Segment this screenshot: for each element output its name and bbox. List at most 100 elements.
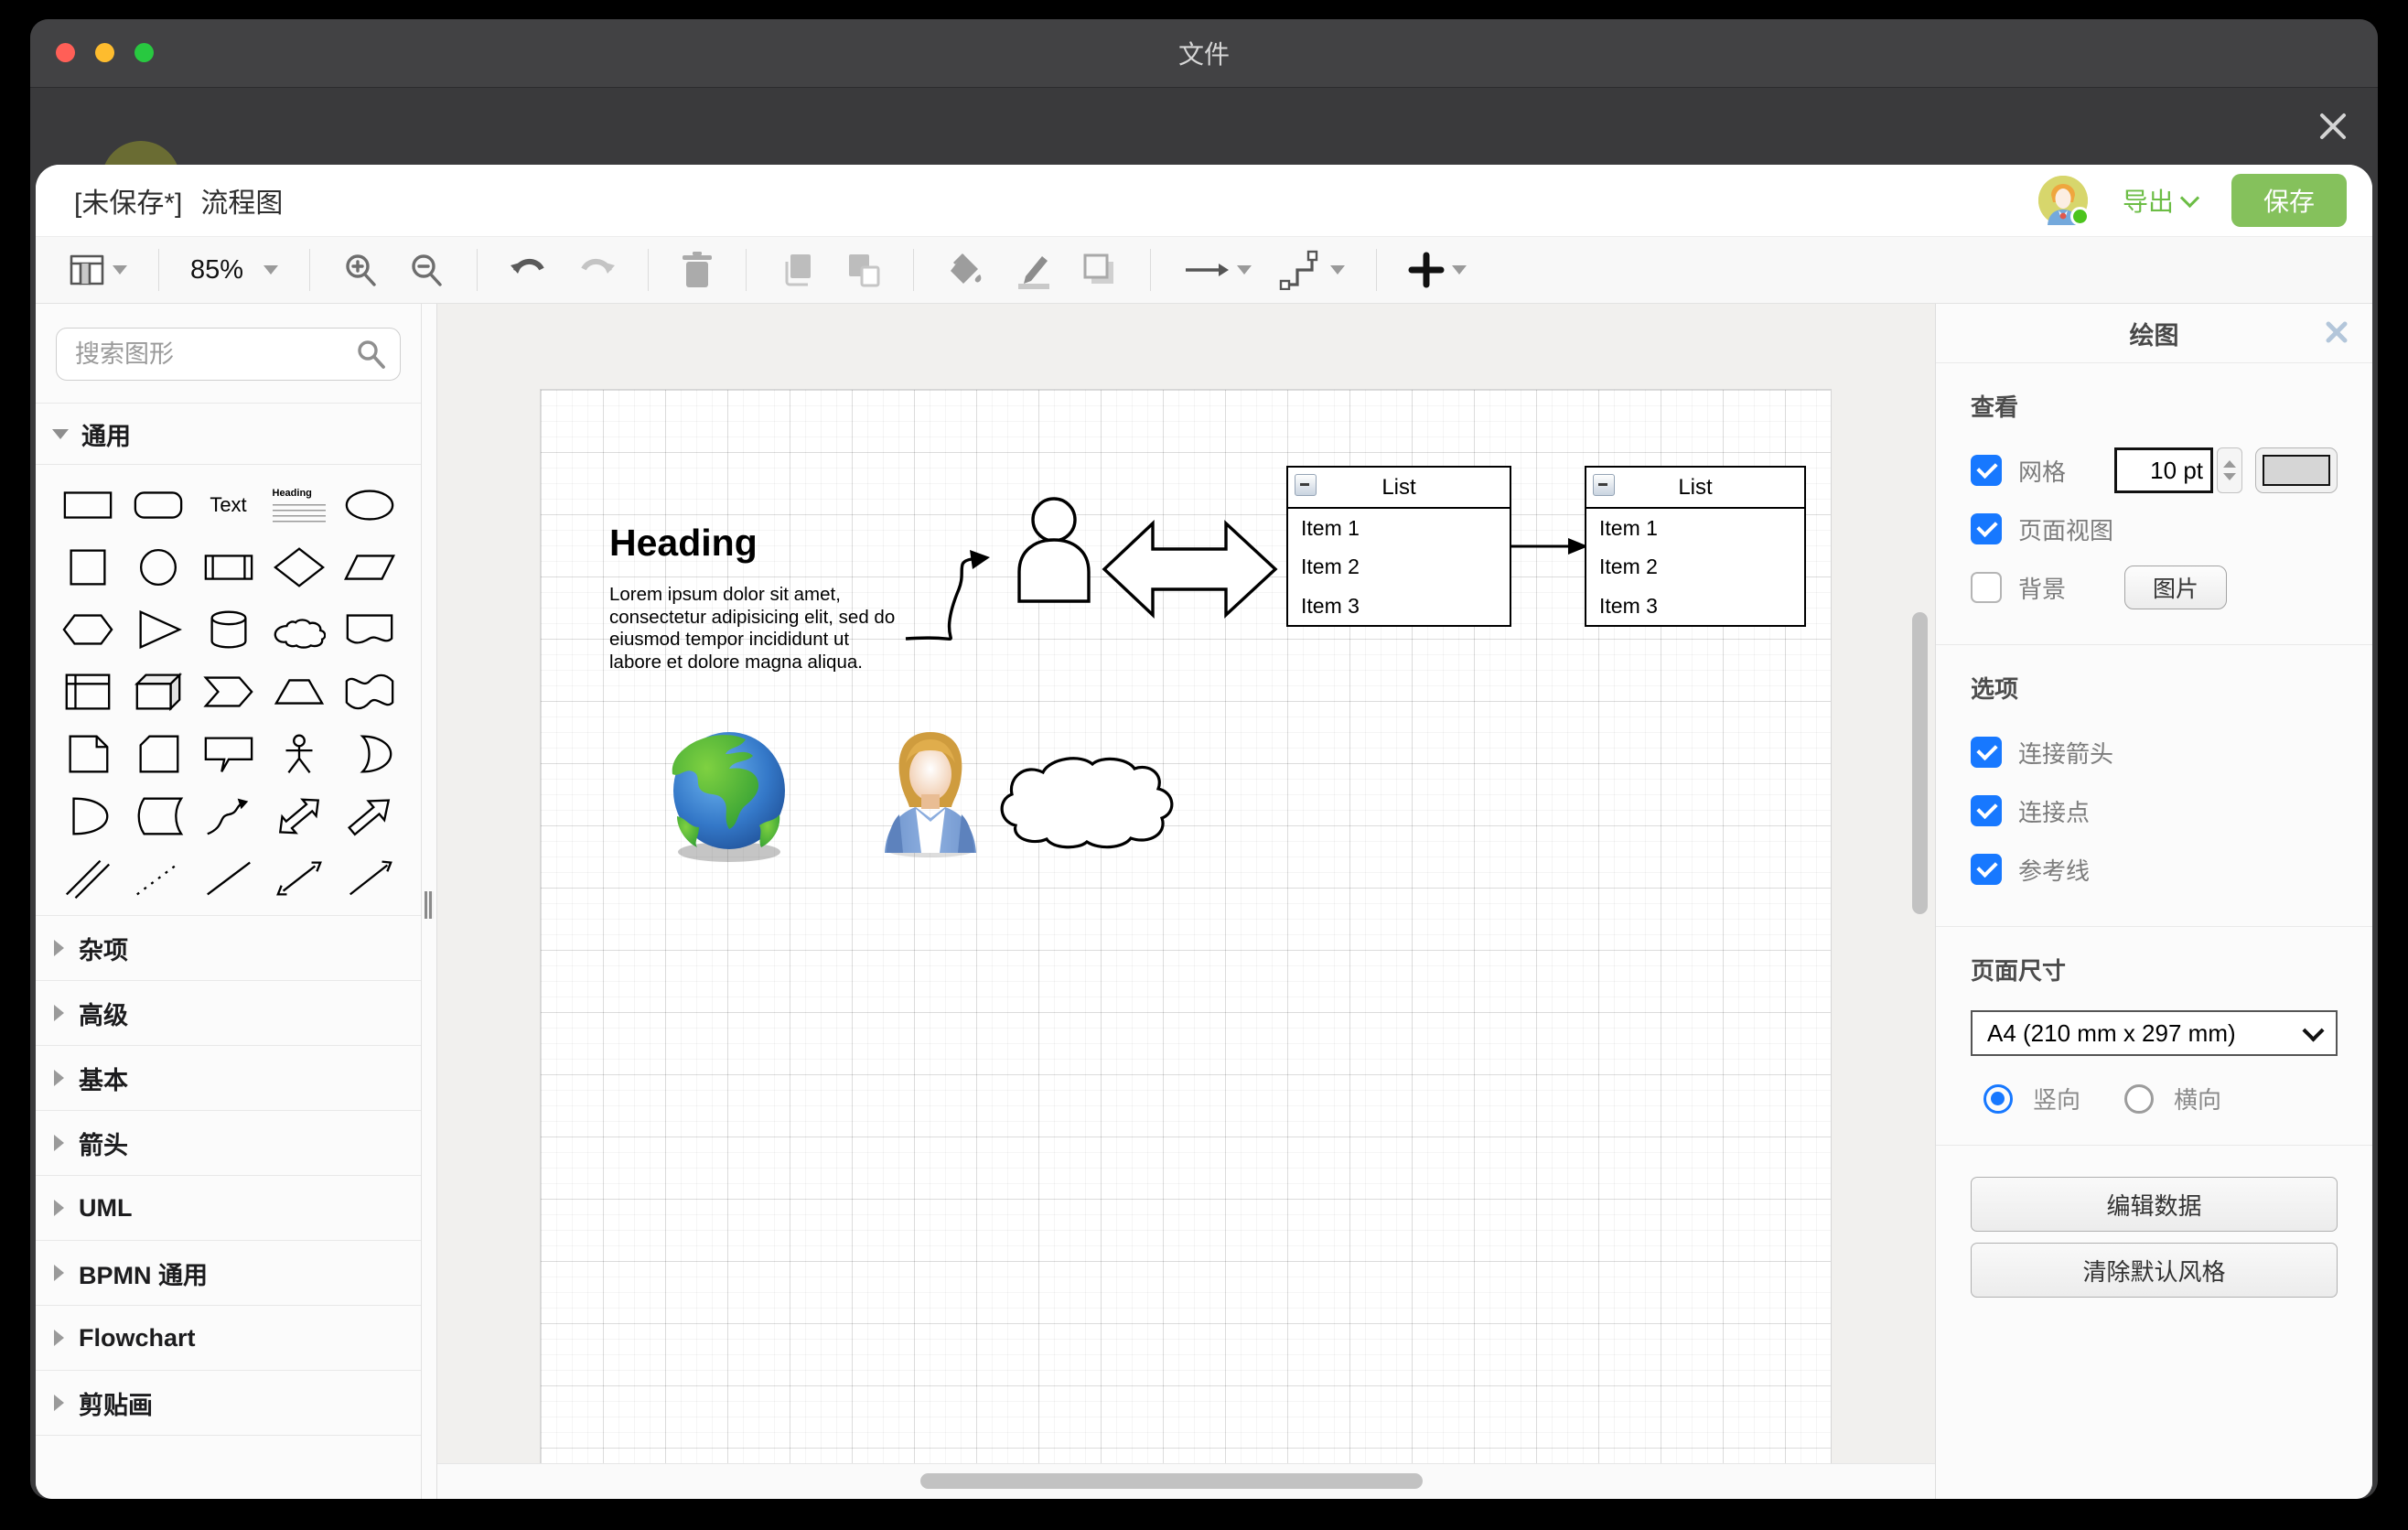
actor-shape[interactable] xyxy=(1019,499,1089,601)
canvas-heading-text[interactable]: Heading xyxy=(609,522,758,565)
shape-rounded-rectangle[interactable] xyxy=(123,478,193,533)
shape-text[interactable]: Text xyxy=(193,478,263,533)
curved-arrow-shape[interactable] xyxy=(906,550,990,639)
shape-step[interactable] xyxy=(193,664,263,719)
shape-actor[interactable] xyxy=(263,727,334,781)
panel-close-icon[interactable] xyxy=(2319,317,2352,350)
grid-size-stepper[interactable] xyxy=(2217,447,2242,493)
fill-color-button[interactable] xyxy=(940,245,991,295)
cloud-shape[interactable] xyxy=(1002,759,1172,847)
shape-note[interactable] xyxy=(52,727,123,781)
page-view-checkbox[interactable] xyxy=(1971,513,2002,544)
line-color-button[interactable] xyxy=(1007,245,1059,295)
insert-button[interactable] xyxy=(1403,246,1472,294)
zoom-in-button[interactable] xyxy=(336,245,385,295)
shape-parallelogram[interactable] xyxy=(334,540,404,595)
canvas-paragraph-text[interactable]: Lorem ipsum dolor sit amet, consectetur … xyxy=(609,584,897,673)
section-general[interactable]: 通用 xyxy=(36,403,421,465)
shape-textbox[interactable]: Heading xyxy=(263,478,334,533)
shape-double-ended-arrow-line[interactable] xyxy=(263,851,334,906)
grid-checkbox[interactable] xyxy=(1971,455,2002,486)
shape-triangle[interactable] xyxy=(123,602,193,657)
shadow-button[interactable] xyxy=(1075,245,1124,295)
list-connector-arrow[interactable] xyxy=(1511,538,1588,555)
shape-process[interactable] xyxy=(193,540,263,595)
list-item[interactable]: Item 1 xyxy=(1586,509,1804,548)
sidebar-category-basic[interactable]: 基本 xyxy=(36,1045,421,1110)
delete-button[interactable] xyxy=(674,245,720,295)
shape-curve-arrow[interactable] xyxy=(193,789,263,844)
list-shape-1[interactable]: List Item 1 Item 2 Item 3 xyxy=(1286,466,1511,627)
collapse-icon[interactable] xyxy=(1295,474,1317,496)
connection-arrows-checkbox[interactable] xyxy=(1971,737,2002,768)
list-item[interactable]: Item 1 xyxy=(1288,509,1510,548)
close-icon[interactable] xyxy=(2310,104,2356,150)
double-arrow-shape[interactable] xyxy=(1104,523,1275,615)
canvas[interactable]: Heading Lorem ipsum dolor sit amet, cons… xyxy=(437,304,1935,1499)
grid-size-input[interactable] xyxy=(2114,447,2213,493)
shape-arrow[interactable] xyxy=(334,789,404,844)
shape-tape[interactable] xyxy=(334,664,404,719)
sidebar-category-flowchart[interactable]: Flowchart xyxy=(36,1305,421,1370)
sidebar-category-advanced[interactable]: 高级 xyxy=(36,980,421,1045)
sidebar-category-misc[interactable]: 杂项 xyxy=(36,915,421,980)
background-checkbox[interactable] xyxy=(1971,572,2002,603)
shape-bidirectional-arrow[interactable] xyxy=(263,789,334,844)
portrait-radio[interactable] xyxy=(1983,1084,2013,1114)
globe-clipart[interactable] xyxy=(672,732,785,862)
shape-internal-storage[interactable] xyxy=(52,664,123,719)
shape-or[interactable] xyxy=(334,727,404,781)
list-item[interactable]: Item 3 xyxy=(1288,587,1510,626)
page-size-select[interactable]: A4 (210 mm x 297 mm) xyxy=(1971,1010,2338,1056)
shape-and[interactable] xyxy=(52,789,123,844)
list-item[interactable]: Item 3 xyxy=(1586,587,1804,626)
shape-cylinder[interactable] xyxy=(193,602,263,657)
shape-trapezoid[interactable] xyxy=(263,664,334,719)
shape-link[interactable] xyxy=(52,851,123,906)
user-avatar[interactable] xyxy=(2038,176,2088,225)
sidebar-category-bpmn[interactable]: BPMN 通用 xyxy=(36,1240,421,1305)
shape-callout[interactable] xyxy=(193,727,263,781)
woman-clipart[interactable] xyxy=(885,732,976,857)
connection-style-button[interactable] xyxy=(1177,252,1257,288)
guides-checkbox[interactable] xyxy=(1971,854,2002,885)
to-front-button[interactable] xyxy=(772,245,822,295)
zoom-level-dropdown[interactable]: 85% xyxy=(185,250,284,291)
connection-points-checkbox[interactable] xyxy=(1971,795,2002,826)
clear-default-style-button[interactable]: 清除默认风格 xyxy=(1971,1243,2338,1298)
sidebar-category-clipart[interactable]: 剪贴画 xyxy=(36,1370,421,1436)
shape-cube[interactable] xyxy=(123,664,193,719)
landscape-radio[interactable] xyxy=(2124,1084,2154,1114)
sidebar-resize-gutter[interactable] xyxy=(422,304,437,1499)
save-button[interactable]: 保存 xyxy=(2231,174,2347,227)
undo-button[interactable] xyxy=(503,247,554,293)
shape-document[interactable] xyxy=(334,602,404,657)
shape-arrow-line[interactable] xyxy=(334,851,404,906)
shape-rectangle[interactable] xyxy=(52,478,123,533)
shape-circle[interactable] xyxy=(123,540,193,595)
sidebar-category-arrows[interactable]: 箭头 xyxy=(36,1110,421,1175)
waypoint-style-button[interactable] xyxy=(1274,244,1350,296)
shape-data-storage[interactable] xyxy=(123,789,193,844)
page-view-button[interactable] xyxy=(63,248,133,292)
search-input[interactable] xyxy=(56,328,401,381)
shape-ellipse[interactable] xyxy=(334,478,404,533)
shape-line[interactable] xyxy=(193,851,263,906)
shape-diamond[interactable] xyxy=(263,540,334,595)
zoom-out-button[interactable] xyxy=(402,245,451,295)
export-menu[interactable]: 导出 xyxy=(2123,182,2197,219)
grid-color-swatch[interactable] xyxy=(2255,447,2338,493)
list-item[interactable]: Item 2 xyxy=(1288,548,1510,587)
shape-cloud[interactable] xyxy=(263,602,334,657)
shape-dashed-line[interactable] xyxy=(123,851,193,906)
vertical-scrollbar[interactable] xyxy=(1912,612,1928,914)
shape-hexagon[interactable] xyxy=(52,602,123,657)
collapse-icon[interactable] xyxy=(1593,474,1615,496)
list-item[interactable]: Item 2 xyxy=(1586,548,1804,587)
sidebar-category-uml[interactable]: UML xyxy=(36,1175,421,1240)
horizontal-scrollbar[interactable] xyxy=(920,1473,1423,1489)
redo-button[interactable] xyxy=(571,247,622,293)
background-image-button[interactable]: 图片 xyxy=(2124,566,2227,609)
edit-data-button[interactable]: 编辑数据 xyxy=(1971,1177,2338,1232)
list-shape-2[interactable]: List Item 1 Item 2 Item 3 xyxy=(1585,466,1806,627)
